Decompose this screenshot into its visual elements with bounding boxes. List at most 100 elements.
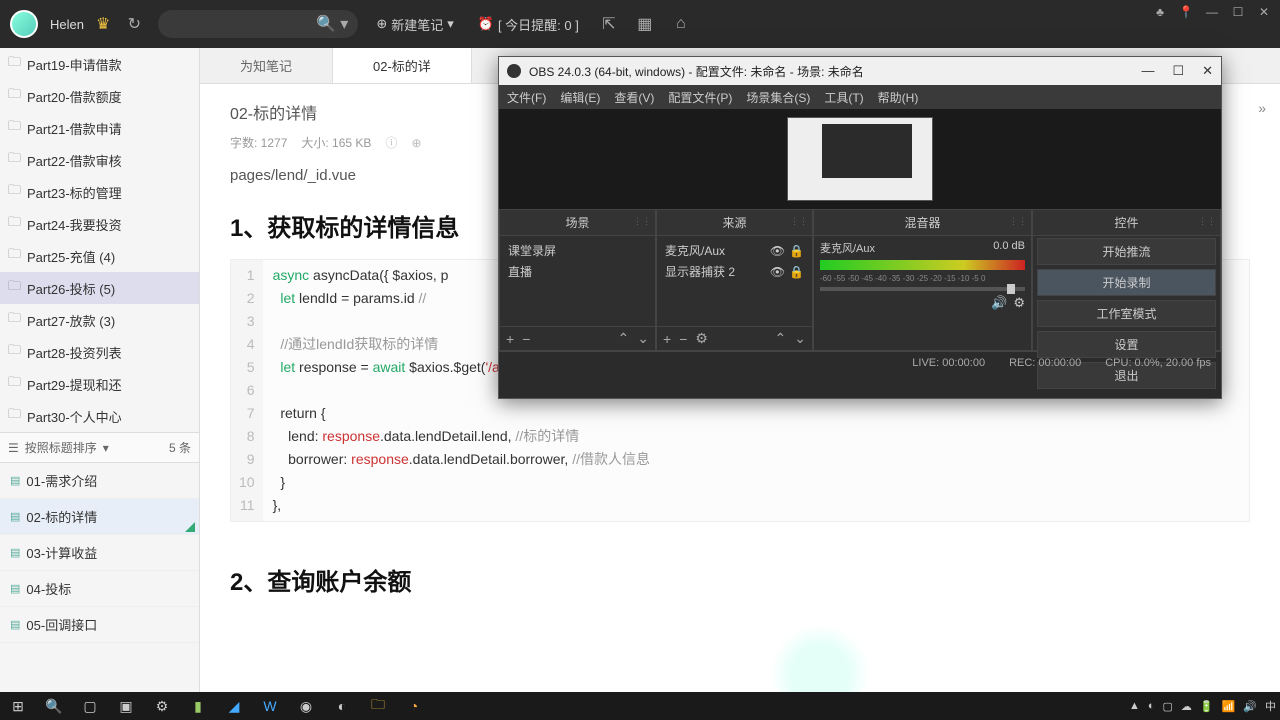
eye-icon[interactable]: 👁: [770, 265, 785, 279]
folder-item[interactable]: 🗀Part25-充值 (4): [0, 240, 199, 272]
tray-icon[interactable]: ▢: [1162, 700, 1172, 713]
scene-item[interactable]: 课堂录屏: [506, 240, 649, 261]
grip-icon[interactable]: ⋮⋮: [790, 216, 808, 227]
start-stream-button[interactable]: 开始推流: [1037, 238, 1216, 265]
home-icon[interactable]: ⌂: [669, 12, 693, 36]
menu-profile[interactable]: 配置文件(P): [668, 89, 732, 106]
note-item[interactable]: ▤05-回调接口: [0, 607, 199, 643]
obs-title-text: OBS 24.0.3 (64-bit, windows) - 配置文件: 未命名…: [529, 63, 864, 80]
tray-icon[interactable]: ◐: [1148, 700, 1155, 712]
source-item[interactable]: 麦克风/Aux👁🔒: [663, 240, 806, 261]
up-icon[interactable]: ⌃: [618, 330, 630, 347]
minimize-icon[interactable]: —: [1204, 4, 1220, 20]
audio-meter: [820, 260, 1025, 270]
remove-icon[interactable]: −: [679, 331, 687, 347]
reminder-button[interactable]: ⏰ [ 今日提醒: 0 ]: [472, 11, 585, 38]
eye-icon[interactable]: 👁: [770, 244, 785, 258]
speaker-icon[interactable]: 🔊: [991, 295, 1007, 311]
battery-icon[interactable]: 🔋: [1200, 700, 1214, 713]
folder-item[interactable]: 🗀Part24-我要投资: [0, 208, 199, 240]
folder-item[interactable]: 🗀Part30-个人中心: [0, 400, 199, 432]
note-item[interactable]: ▤03-计算收益: [0, 535, 199, 571]
note-item[interactable]: ▤01-需求介绍: [0, 463, 199, 499]
app-icon[interactable]: ▮: [184, 694, 212, 718]
volume-icon[interactable]: 🔊: [1243, 700, 1257, 713]
grid-icon[interactable]: ▦: [633, 12, 657, 36]
sort-bar[interactable]: ☰ 按照标题排序 ▾ 5 条: [0, 432, 199, 463]
search-box[interactable]: 🔍 ▾: [158, 10, 358, 38]
add-icon[interactable]: +: [663, 331, 671, 347]
vscode-icon[interactable]: ◢: [220, 694, 248, 718]
folder-item[interactable]: 🗀Part21-借款申请: [0, 112, 199, 144]
menu-file[interactable]: 文件(F): [507, 89, 546, 106]
search-icon[interactable]: 🔍: [40, 694, 68, 718]
tab-document[interactable]: 02-标的详: [333, 48, 472, 83]
close-icon[interactable]: ✕: [1202, 63, 1213, 79]
folder-item-selected[interactable]: 🗀Part26-投标 (5): [0, 272, 199, 304]
grip-icon[interactable]: ⋮⋮: [633, 216, 651, 227]
down-icon[interactable]: ⌄: [794, 330, 806, 347]
taskview-icon[interactable]: ▢: [76, 694, 104, 718]
down-icon[interactable]: ⌄: [637, 330, 649, 347]
gear-icon[interactable]: ⚙: [695, 330, 708, 347]
share-icon[interactable]: ⇱: [597, 12, 621, 36]
pin-icon[interactable]: 📍: [1178, 4, 1194, 20]
chrome-icon[interactable]: ◉: [292, 694, 320, 718]
obs-titlebar[interactable]: OBS 24.0.3 (64-bit, windows) - 配置文件: 未命名…: [499, 57, 1221, 85]
tray-icon[interactable]: ▲: [1129, 700, 1140, 712]
word-icon[interactable]: W: [256, 694, 284, 718]
ime-label[interactable]: 中: [1265, 698, 1276, 714]
notify-icon[interactable]: ♣: [1152, 4, 1168, 20]
terminal-icon[interactable]: ▣: [112, 694, 140, 718]
studio-mode-button[interactable]: 工作室模式: [1037, 300, 1216, 327]
folder-item[interactable]: 🗀Part27-放款 (3): [0, 304, 199, 336]
folder-item[interactable]: 🗀Part19-申请借款: [0, 48, 199, 80]
gear-icon[interactable]: ⚙: [1013, 295, 1025, 311]
folder-item[interactable]: 🗀Part20-借款额度: [0, 80, 199, 112]
menu-edit[interactable]: 编辑(E): [560, 89, 600, 106]
app-icon[interactable]: ◔: [400, 694, 428, 718]
obs-preview[interactable]: [499, 109, 1221, 209]
lock-icon[interactable]: 🔒: [789, 244, 804, 258]
start-icon[interactable]: ⊞: [4, 694, 32, 718]
system-tray[interactable]: ▲ ◐ ▢ ☁ 🔋 📶 🔊 中: [1129, 698, 1276, 714]
folder-icon: 🗀: [8, 181, 21, 203]
source-item[interactable]: 显示器捕获 2👁🔒: [663, 261, 806, 282]
explorer-icon[interactable]: 🗀: [364, 694, 392, 718]
user-avatar[interactable]: [10, 10, 38, 38]
folder-item[interactable]: 🗀Part28-投资列表: [0, 336, 199, 368]
menu-help[interactable]: 帮助(H): [878, 89, 919, 106]
maximize-icon[interactable]: ☐: [1230, 4, 1246, 20]
menu-scene[interactable]: 场景集合(S): [746, 89, 810, 106]
wifi-icon[interactable]: 📶: [1222, 700, 1236, 713]
tab-wiznote[interactable]: 为知笔记: [200, 48, 333, 83]
tray-icon[interactable]: ☁: [1181, 700, 1192, 713]
lock-icon[interactable]: 🔒: [789, 265, 804, 279]
menu-view[interactable]: 查看(V): [614, 89, 654, 106]
start-record-button[interactable]: 开始录制: [1037, 269, 1216, 296]
settings-icon[interactable]: ⚙: [148, 694, 176, 718]
minimize-icon[interactable]: —: [1141, 63, 1154, 79]
maximize-icon[interactable]: ☐: [1172, 63, 1184, 79]
add-icon[interactable]: +: [506, 331, 514, 347]
folder-item[interactable]: 🗀Part22-借款审核: [0, 144, 199, 176]
sync-icon[interactable]: ↻: [122, 12, 146, 36]
plus-circle-icon[interactable]: ⊕: [411, 136, 421, 150]
volume-slider[interactable]: [820, 287, 1025, 291]
up-icon[interactable]: ⌃: [775, 330, 787, 347]
grip-icon[interactable]: ⋮⋮: [1198, 216, 1216, 227]
collapse-right-icon[interactable]: »: [1258, 100, 1266, 116]
obs-icon[interactable]: ◐: [328, 694, 356, 718]
new-note-button[interactable]: ⊕ 新建笔记 ▾: [370, 11, 459, 38]
note-item[interactable]: ▤04-投标: [0, 571, 199, 607]
folder-item[interactable]: 🗀Part23-标的管理: [0, 176, 199, 208]
scene-item[interactable]: 直播: [506, 261, 649, 282]
menu-tools[interactable]: 工具(T): [824, 89, 863, 106]
remove-icon[interactable]: −: [522, 331, 530, 347]
close-icon[interactable]: ✕: [1256, 4, 1272, 20]
note-item-selected[interactable]: ▤02-标的详情: [0, 499, 199, 535]
info-icon[interactable]: ⓘ: [385, 134, 397, 151]
settings-button[interactable]: 设置: [1037, 331, 1216, 358]
folder-item[interactable]: 🗀Part29-提现和还: [0, 368, 199, 400]
grip-icon[interactable]: ⋮⋮: [1009, 216, 1027, 227]
